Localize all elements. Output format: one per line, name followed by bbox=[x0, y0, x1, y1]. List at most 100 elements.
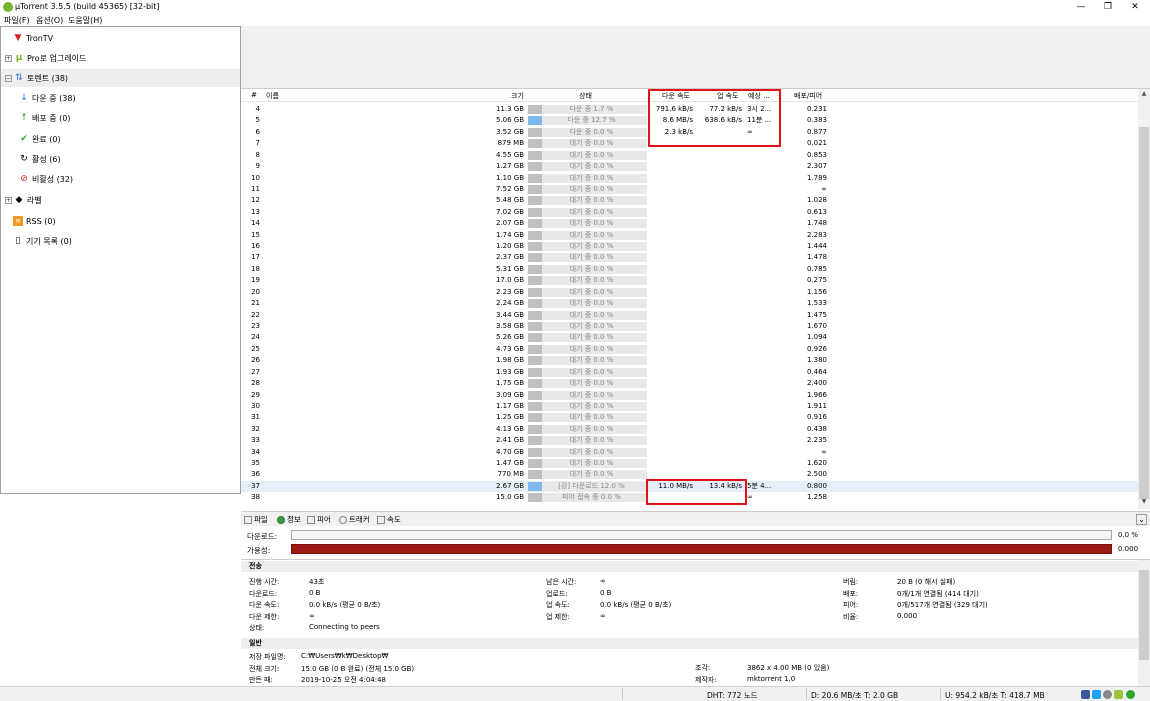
tab-peers[interactable]: 피어 bbox=[307, 514, 331, 525]
minimize-button[interactable]: — bbox=[1068, 1, 1094, 13]
row-status-text: 대기 중 0.0 % bbox=[569, 367, 614, 376]
detail-value: mktorrent 1.0 bbox=[747, 674, 796, 683]
table-row[interactable]: 20 2.23 GB 대기 중 0.0 % 1.156 bbox=[241, 287, 1138, 298]
table-row[interactable]: 32 4.13 GB 대기 중 0.0 % 0.438 bbox=[241, 424, 1138, 435]
row-ratio: 1.156 bbox=[806, 287, 827, 296]
inactive-icon: ⊘ bbox=[20, 174, 28, 184]
table-row[interactable]: 30 1.17 GB 대기 중 0.0 % 1.911 bbox=[241, 401, 1138, 412]
facebook-icon[interactable] bbox=[1081, 690, 1090, 699]
row-status-text: 대기 중 0.0 % bbox=[569, 356, 614, 365]
sidebar-item-completed[interactable]: ✔ 완료 (0) bbox=[19, 130, 60, 148]
tab-files[interactable]: 파일 bbox=[244, 514, 268, 525]
row-progress-bar bbox=[528, 367, 542, 377]
table-row[interactable]: 25 4.73 GB 대기 중 0.0 % 0.926 bbox=[241, 344, 1138, 355]
row-size: 1.74 GB bbox=[495, 230, 524, 239]
row-ratio: 0.383 bbox=[806, 116, 827, 125]
table-row[interactable]: 31 1.25 GB 대기 중 0.0 % 0.916 bbox=[241, 412, 1138, 423]
table-row[interactable]: 24 5.26 GB 대기 중 0.0 % 1.094 bbox=[241, 332, 1138, 343]
col-header-name[interactable]: 이름 bbox=[266, 91, 279, 101]
menu-bar: 파일(F) 옵션(O) 도움말(H) bbox=[0, 14, 1150, 26]
row-status: 대기 중 0.0 % bbox=[528, 321, 647, 331]
sidebar-item-trontv[interactable]: ▼ TronTV bbox=[13, 29, 54, 47]
sidebar-item-labels[interactable]: + ◆ 라벨 bbox=[5, 191, 42, 209]
table-row[interactable]: 18 5.31 GB 대기 중 0.0 % 0.785 bbox=[241, 264, 1138, 275]
tab-trackers[interactable]: 트래커 bbox=[339, 514, 370, 525]
table-row[interactable]: 10 1.10 GB 대기 중 0.0 % 1.789 bbox=[241, 173, 1138, 184]
table-row[interactable]: 12 5.48 GB 대기 중 0.0 % 1.028 bbox=[241, 195, 1138, 206]
availability-label: 가용성: bbox=[247, 546, 271, 555]
table-row[interactable]: 27 1.93 GB 대기 중 0.0 % 0.464 bbox=[241, 367, 1138, 378]
col-header-size[interactable]: 크기 bbox=[511, 91, 524, 101]
table-row[interactable]: 14 2.07 GB 대기 중 0.0 % 1.748 bbox=[241, 218, 1138, 229]
utorrent-logo-icon bbox=[3, 2, 13, 12]
table-row[interactable]: 9 1.27 GB 대기 중 0.0 % 2.307 bbox=[241, 161, 1138, 172]
row-status: 대기 중 0.0 % bbox=[528, 287, 647, 297]
col-header-status[interactable]: 상태 bbox=[579, 91, 592, 101]
tab-speed[interactable]: 속도 bbox=[377, 514, 401, 525]
row-status-text: 대기 중 0.0 % bbox=[569, 150, 614, 159]
ok-status-icon bbox=[1126, 690, 1135, 699]
sidebar-item-downloading[interactable]: ↓ 다운 중 (38) bbox=[19, 89, 75, 107]
expand-icon[interactable]: + bbox=[5, 196, 12, 204]
collapse-panel-icon[interactable]: ⌄ bbox=[1136, 514, 1147, 525]
table-row[interactable]: 26 1.98 GB 대기 중 0.0 % 1.380 bbox=[241, 355, 1138, 366]
table-row[interactable]: 33 2.41 GB 대기 중 0.0 % 2.235 bbox=[241, 435, 1138, 446]
row-status-text: 대기 중 0.0 % bbox=[569, 413, 614, 422]
table-row[interactable]: 34 4.70 GB 대기 중 0.0 % ∞ bbox=[241, 447, 1138, 458]
row-progress-bar bbox=[528, 470, 542, 480]
table-row[interactable]: 21 2.24 GB 대기 중 0.0 % 1.533 bbox=[241, 298, 1138, 309]
col-header-ratio[interactable]: 배포/피어 bbox=[794, 91, 822, 101]
row-status-text: 대기 중 0.0 % bbox=[569, 436, 614, 445]
menu-options[interactable]: 옵션(O) bbox=[36, 15, 63, 26]
android-icon[interactable] bbox=[1114, 690, 1123, 699]
web-icon[interactable] bbox=[1103, 690, 1112, 699]
row-size: 3.58 GB bbox=[495, 321, 524, 330]
row-number: 27 bbox=[251, 367, 260, 376]
expand-icon[interactable]: + bbox=[5, 54, 12, 62]
table-row[interactable]: 22 3.44 GB 대기 중 0.0 % 1.475 bbox=[241, 310, 1138, 321]
twitter-icon[interactable] bbox=[1092, 690, 1101, 699]
sidebar-item-seeding[interactable]: ↑ 배포 중 (0) bbox=[19, 109, 70, 127]
maximize-button[interactable]: ❐ bbox=[1095, 1, 1121, 13]
sidebar-item-active[interactable]: ↻ 활성 (6) bbox=[19, 150, 60, 168]
table-row[interactable]: 11 7.52 GB 대기 중 0.0 % ∞ bbox=[241, 184, 1138, 195]
detail-value: 0 B bbox=[309, 588, 321, 597]
row-ratio: 1.094 bbox=[806, 333, 827, 342]
sidebar-item-devices[interactable]: ▯ 기기 목록 (0) bbox=[13, 232, 72, 250]
tab-label: 트래커 bbox=[349, 515, 370, 524]
table-row[interactable]: 23 3.58 GB 대기 중 0.0 % 1.670 bbox=[241, 321, 1138, 332]
table-row[interactable]: 29 3.09 GB 대기 중 0.0 % 1.966 bbox=[241, 390, 1138, 401]
row-ratio: 1.533 bbox=[806, 299, 827, 308]
table-row[interactable]: 8 4.55 GB 대기 중 0.0 % 0.853 bbox=[241, 150, 1138, 161]
table-row[interactable]: 16 1.20 GB 대기 중 0.0 % 1.444 bbox=[241, 241, 1138, 252]
rss-icon: ≋ bbox=[13, 216, 23, 226]
collapse-icon[interactable]: − bbox=[5, 74, 12, 82]
scroll-down-icon[interactable]: ▼ bbox=[1138, 498, 1150, 508]
scrollbar-thumb[interactable] bbox=[1139, 127, 1149, 499]
col-header-num[interactable]: # bbox=[251, 91, 257, 99]
menu-help[interactable]: 도움말(H) bbox=[68, 15, 102, 26]
sidebar-item-rss[interactable]: ≋ RSS (0) bbox=[13, 212, 56, 230]
row-ratio: 0.916 bbox=[806, 413, 827, 422]
torrent-list-scrollbar[interactable]: ▲ ▼ bbox=[1138, 89, 1150, 509]
table-row[interactable]: 17 2.37 GB 대기 중 0.0 % 1.478 bbox=[241, 252, 1138, 263]
sidebar-item-inactive[interactable]: ⊘ 비활성 (32) bbox=[19, 170, 73, 188]
scroll-up-icon[interactable]: ▲ bbox=[1138, 90, 1150, 100]
row-progress-bar bbox=[528, 310, 542, 320]
tab-info[interactable]: 정보 bbox=[277, 514, 301, 525]
close-button[interactable]: ✕ bbox=[1122, 1, 1148, 13]
details-scrollbar[interactable] bbox=[1138, 560, 1150, 687]
scrollbar-thumb[interactable] bbox=[1139, 570, 1149, 660]
row-size: 2.37 GB bbox=[495, 253, 524, 262]
table-row[interactable]: 13 7.02 GB 대기 중 0.0 % 0.613 bbox=[241, 207, 1138, 218]
detail-value: 15.0 GB (0 B 완료) (전체 15.0 GB) bbox=[301, 664, 415, 673]
sidebar-item-torrents[interactable]: − ⇅ 토렌트 (38) bbox=[1, 69, 240, 87]
table-row[interactable]: 28 1.75 GB 대기 중 0.0 % 2.400 bbox=[241, 378, 1138, 389]
menu-file[interactable]: 파일(F) bbox=[4, 15, 30, 26]
table-row[interactable]: 35 1.47 GB 대기 중 0.0 % 1.620 bbox=[241, 458, 1138, 469]
detail-value: 0.000 bbox=[897, 611, 918, 620]
table-row[interactable]: 19 17.0 GB 대기 중 0.0 % 0.275 bbox=[241, 275, 1138, 286]
detail-value: ∞ bbox=[600, 577, 606, 585]
table-row[interactable]: 15 1.74 GB 대기 중 0.0 % 2.283 bbox=[241, 230, 1138, 241]
sidebar-item-pro-upgrade[interactable]: + µ Pro로 업그레이드 bbox=[5, 49, 86, 67]
